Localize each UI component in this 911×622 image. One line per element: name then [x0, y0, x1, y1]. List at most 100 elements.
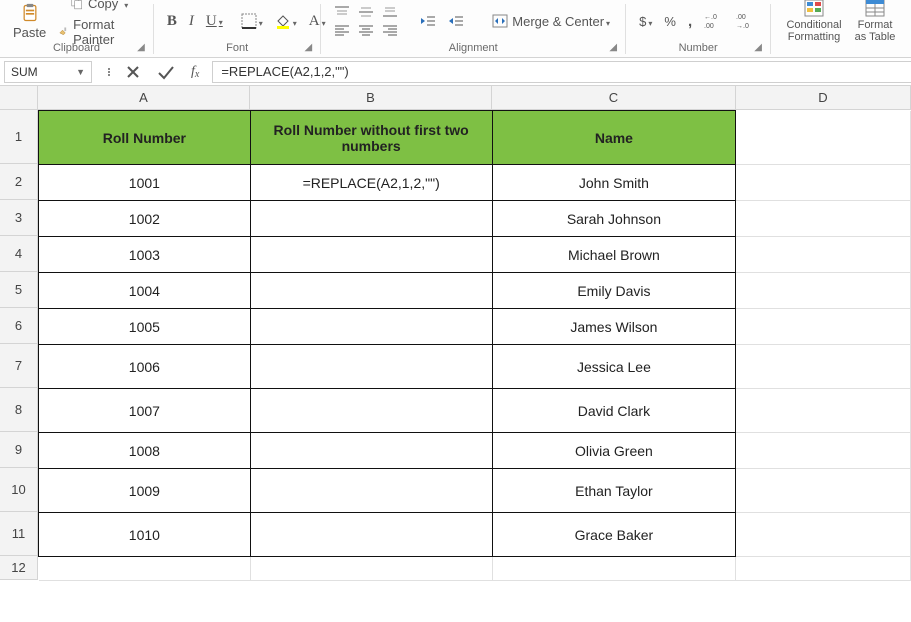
cell-c5[interactable]: Emily Davis	[492, 273, 736, 309]
cell-c2[interactable]: John Smith	[492, 165, 736, 201]
cell-b9[interactable]	[250, 433, 492, 469]
cell-c11[interactable]: Grace Baker	[492, 513, 736, 557]
decrease-decimal-button[interactable]: .00→.0	[733, 10, 759, 32]
cell-d7[interactable]	[736, 345, 911, 389]
cell-b7[interactable]	[250, 345, 492, 389]
fill-color-button[interactable]	[272, 11, 300, 31]
conditional-formatting-button[interactable]: Conditional Formatting	[781, 0, 847, 45]
row-header-4[interactable]: 4	[0, 236, 38, 272]
cell-d4[interactable]	[736, 237, 911, 273]
cell-d5[interactable]	[736, 273, 911, 309]
name-box[interactable]: SUM ▼	[4, 61, 92, 83]
align-middle-button[interactable]	[355, 4, 377, 20]
cell-c4[interactable]: Michael Brown	[492, 237, 736, 273]
align-left-button[interactable]	[331, 22, 353, 38]
cell-a7[interactable]: 1006	[39, 345, 251, 389]
italic-button[interactable]: I	[186, 11, 197, 32]
cell-d10[interactable]	[736, 469, 911, 513]
clipboard-dialog-launcher-icon[interactable]: ◢	[135, 42, 147, 54]
row-header-7[interactable]: 7	[0, 344, 38, 388]
select-all-corner[interactable]	[0, 86, 38, 110]
percent-format-button[interactable]: %	[661, 12, 679, 31]
cell-c3[interactable]: Sarah Johnson	[492, 201, 736, 237]
copy-icon	[70, 0, 84, 10]
row-header-5[interactable]: 5	[0, 272, 38, 308]
align-right-button[interactable]	[379, 22, 401, 38]
align-bottom-button[interactable]	[379, 4, 401, 20]
cell-d2[interactable]	[736, 165, 911, 201]
cell-a8[interactable]: 1007	[39, 389, 251, 433]
cell-a10[interactable]: 1009	[39, 469, 251, 513]
column-header-d[interactable]: D	[736, 86, 911, 110]
cell-c1[interactable]: Name	[492, 111, 736, 165]
row-header-3[interactable]: 3	[0, 200, 38, 236]
column-header-b[interactable]: B	[250, 86, 492, 110]
column-header-a[interactable]: A	[38, 86, 250, 110]
cell-a3[interactable]: 1002	[39, 201, 251, 237]
comma-format-button[interactable]: ,	[685, 11, 695, 32]
cell-d11[interactable]	[736, 513, 911, 557]
cell-d12[interactable]	[736, 557, 911, 581]
cell-b4[interactable]	[250, 237, 492, 273]
merge-center-button[interactable]: Merge & Center	[489, 12, 613, 31]
row-header-1[interactable]: 1	[0, 110, 38, 164]
cell-b6[interactable]	[250, 309, 492, 345]
row-header-12[interactable]: 12	[0, 556, 38, 580]
cell-c6[interactable]: James Wilson	[492, 309, 736, 345]
enter-formula-button[interactable]	[154, 62, 178, 82]
cell-c10[interactable]: Ethan Taylor	[492, 469, 736, 513]
cell-d6[interactable]	[736, 309, 911, 345]
cell-a9[interactable]: 1008	[39, 433, 251, 469]
cell-b3[interactable]	[250, 201, 492, 237]
cell-b5[interactable]	[250, 273, 492, 309]
cell-b12[interactable]	[250, 557, 492, 581]
row-header-6[interactable]: 6	[0, 308, 38, 344]
cell-c12[interactable]	[492, 557, 736, 581]
copy-button[interactable]: Copy	[55, 0, 143, 13]
cell-d9[interactable]	[736, 433, 911, 469]
paste-button[interactable]: Paste	[10, 1, 49, 42]
cell-d1[interactable]	[736, 111, 911, 165]
name-box-dropdown-icon[interactable]: ▼	[76, 67, 85, 77]
bold-button[interactable]: B	[164, 11, 180, 32]
row-header-8[interactable]: 8	[0, 388, 38, 432]
cell-d8[interactable]	[736, 389, 911, 433]
cell-a12[interactable]	[39, 557, 251, 581]
underline-button[interactable]: U	[203, 11, 226, 32]
align-center-button[interactable]	[355, 22, 377, 38]
column-header-c[interactable]: C	[492, 86, 736, 110]
font-dialog-launcher-icon[interactable]: ◢	[302, 42, 314, 54]
cell-d3[interactable]	[736, 201, 911, 237]
increase-indent-button[interactable]	[445, 13, 467, 29]
row-header-10[interactable]: 10	[0, 468, 38, 512]
row-header-2[interactable]: 2	[0, 164, 38, 200]
row-header-9[interactable]: 9	[0, 432, 38, 468]
insert-function-button[interactable]: fx	[188, 62, 202, 82]
cell-b8[interactable]	[250, 389, 492, 433]
cell-a5[interactable]: 1004	[39, 273, 251, 309]
cell-b11[interactable]	[250, 513, 492, 557]
format-as-table-button[interactable]: Format as Table	[849, 0, 901, 45]
cell-a2[interactable]: 1001	[39, 165, 251, 201]
cell-a1[interactable]: Roll Number	[39, 111, 251, 165]
cell-a4[interactable]: 1003	[39, 237, 251, 273]
accounting-format-button[interactable]: $	[636, 12, 655, 31]
cell-c9[interactable]: Olivia Green	[492, 433, 736, 469]
cell-b2[interactable]: =REPLACE(A2,1,2,"")	[250, 165, 492, 201]
decrease-indent-button[interactable]	[417, 13, 439, 29]
cell-c7[interactable]: Jessica Lee	[492, 345, 736, 389]
cell-c8[interactable]: David Clark	[492, 389, 736, 433]
cell-b10[interactable]	[250, 469, 492, 513]
formula-input[interactable]: =REPLACE(A2,1,2,"")	[212, 61, 911, 83]
header-name: Name	[595, 130, 633, 146]
align-top-button[interactable]	[331, 4, 353, 20]
cancel-formula-button[interactable]	[122, 62, 144, 82]
increase-decimal-button[interactable]: ←.0.00	[701, 10, 727, 32]
row-header-11[interactable]: 11	[0, 512, 38, 556]
alignment-dialog-launcher-icon[interactable]: ◢	[607, 42, 619, 54]
number-dialog-launcher-icon[interactable]: ◢	[752, 42, 764, 54]
cell-a11[interactable]: 1010	[39, 513, 251, 557]
cell-a6[interactable]: 1005	[39, 309, 251, 345]
cell-b1[interactable]: Roll Number without first two numbers	[250, 111, 492, 165]
borders-button[interactable]	[238, 11, 266, 31]
